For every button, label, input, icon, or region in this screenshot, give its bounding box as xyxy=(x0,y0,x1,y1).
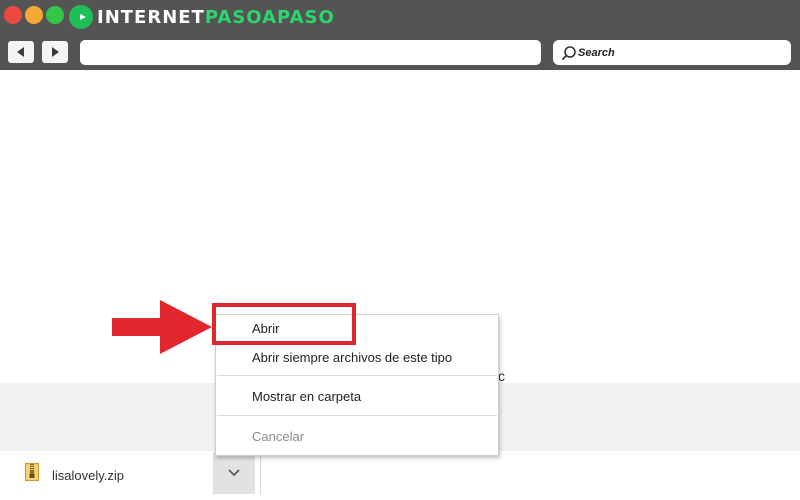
download-divider xyxy=(260,452,261,494)
maximize-window-button[interactable] xyxy=(46,6,64,24)
search-icon xyxy=(561,45,576,60)
close-window-button[interactable] xyxy=(4,6,22,24)
logo-icon xyxy=(69,5,93,29)
menu-separator xyxy=(217,375,497,376)
back-arrow-icon xyxy=(17,47,24,57)
search-input[interactable]: Search xyxy=(553,40,791,65)
download-file-name[interactable]: lisalovely.zip xyxy=(52,468,124,483)
download-options-button[interactable] xyxy=(213,452,255,494)
red-arrow-annotation-icon xyxy=(112,300,212,354)
chevron-down-icon xyxy=(228,469,240,477)
logo-text-part1: INTERNET xyxy=(97,6,205,28)
menu-item-mostrar-en-carpeta[interactable]: Mostrar en carpeta xyxy=(252,389,361,404)
forward-arrow-icon xyxy=(52,47,59,57)
zip-file-icon xyxy=(25,463,39,481)
browser-window: INTERNETPASOAPASO Search c lisalovely.zi… xyxy=(0,0,800,500)
browser-toolbar: Search xyxy=(0,34,800,70)
logo-text: INTERNETPASOAPASO xyxy=(97,7,335,28)
forward-button[interactable] xyxy=(42,41,68,63)
menu-item-cancelar: Cancelar xyxy=(252,429,305,444)
minimize-window-button[interactable] xyxy=(25,6,43,24)
logo-text-part2: PASOAPASO xyxy=(204,6,335,28)
site-logo: INTERNETPASOAPASO xyxy=(69,3,335,31)
partial-text: c xyxy=(498,368,505,384)
back-button[interactable] xyxy=(8,41,34,63)
title-bar: INTERNETPASOAPASO xyxy=(0,0,800,34)
menu-separator xyxy=(217,415,497,416)
highlight-annotation-box xyxy=(212,303,356,345)
search-placeholder: Search xyxy=(578,46,615,59)
menu-item-abrir-siempre[interactable]: Abrir siempre archivos de este tipo xyxy=(252,350,452,365)
address-bar[interactable] xyxy=(80,40,541,65)
